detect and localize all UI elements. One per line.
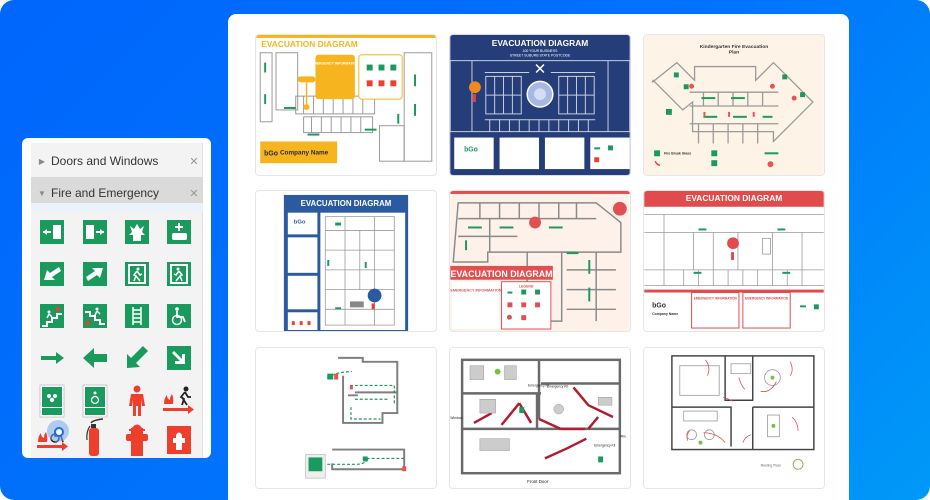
svg-text:Kindergarten Fire Evacuation: Kindergarten Fire Evacuation [700, 44, 768, 50]
template-card[interactable]: Meeting Place [643, 347, 825, 489]
template-card[interactable]: Emergency Kit Emergency Kit Emergency Ki… [449, 347, 631, 489]
svg-text:bGo: bGo [294, 220, 306, 226]
svg-text:Win: Win [620, 435, 626, 439]
svg-text:bGo: bGo [264, 150, 278, 157]
arrow-down-right-sign-icon[interactable] [165, 344, 193, 372]
svg-text:EVACUATION DIAGRAM: EVACUATION DIAGRAM [301, 199, 392, 208]
emergency-exit-right-icon[interactable] [81, 218, 109, 246]
template-card[interactable]: EVACUATION DIAGRAM 100 YOUR BUSINESS STR… [449, 34, 631, 176]
svg-text:EVACUATION DIAGRAM: EVACUATION DIAGRAM [451, 269, 553, 279]
svg-text:Fire Break Glass: Fire Break Glass [664, 151, 691, 155]
svg-text:EVACUATION DIAGRAM: EVACUATION DIAGRAM [686, 193, 782, 203]
template-thumbnail: EVACUATION DIAGRAM bGo [283, 194, 409, 331]
library-category-doors-windows[interactable]: ▶ Doors and Windows ✕ [31, 145, 203, 177]
fire-hydrant-icon[interactable] [123, 420, 151, 456]
template-thumbnail [256, 348, 436, 488]
svg-text:Company Name: Company Name [652, 312, 678, 316]
mouse-cursor-indicator [47, 420, 69, 442]
svg-text:Meeting Place: Meeting Place [761, 463, 782, 467]
template-card[interactable]: EVACUATION DIAGRAM EMERGENCY INFORMATION… [255, 34, 437, 176]
symbol-library-panel: ▶ Doors and Windows ✕ ▼ Fire and Emergen… [22, 138, 211, 458]
template-thumbnail: Meeting Place [644, 348, 824, 488]
svg-text:bGo: bGo [464, 146, 478, 153]
disabled-assembly-point-icon[interactable] [81, 384, 109, 418]
template-card[interactable]: EVACUATION DIAGRAM bGo Company Name EMER… [643, 190, 825, 332]
break-glass-icon[interactable] [123, 218, 151, 246]
svg-text:Plan: Plan [729, 50, 739, 56]
collapse-triangle-icon: ▼ [38, 188, 46, 198]
running-man-exit-left-icon[interactable] [123, 260, 151, 288]
close-icon[interactable]: ✕ [185, 187, 203, 200]
template-thumbnail: EVACUATION DIAGRAM EMERGENCY INFORMATION… [450, 191, 630, 331]
svg-text:STREET SUBURB STATE POSTCODE: STREET SUBURB STATE POSTCODE [510, 54, 571, 58]
template-thumbnail: Kindergarten Fire Evacuation Plan Fire B… [644, 35, 824, 175]
template-thumbnail: Emergency Kit Emergency Kit Emergency Ki… [450, 348, 630, 488]
arrow-right-icon[interactable] [38, 344, 66, 372]
ladder-icon[interactable] [123, 302, 151, 330]
template-card[interactable]: EVACUATION DIAGRAM EMERGENCY INFORMATION… [449, 190, 631, 332]
svg-text:EMERGENCY INFORMATION: EMERGENCY INFORMATION [312, 62, 360, 66]
svg-text:EMERGENCY INFORMATION: EMERGENCY INFORMATION [450, 289, 501, 293]
arrow-down-left-sign-icon[interactable] [38, 260, 66, 288]
stairs-down-fire-icon[interactable] [81, 302, 109, 330]
template-title: EVACUATION DIAGRAM [261, 39, 357, 49]
close-icon[interactable]: ✕ [185, 155, 203, 168]
template-thumbnail: EVACUATION DIAGRAM 100 YOUR BUSINESS STR… [450, 35, 630, 175]
svg-text:EVACUATION DIAGRAM: EVACUATION DIAGRAM [492, 38, 588, 48]
svg-text:Window: Window [450, 416, 463, 420]
category-label: Doors and Windows [51, 154, 159, 168]
fire-hydrant-sign-icon[interactable] [165, 424, 193, 454]
svg-text:EMERGENCY INFORMATION: EMERGENCY INFORMATION [694, 296, 738, 300]
first-aid-icon[interactable] [165, 218, 193, 246]
expand-triangle-icon: ▶ [38, 156, 46, 166]
svg-text:Front Door: Front Door [527, 479, 549, 484]
svg-text:Emergency Kit: Emergency Kit [594, 444, 615, 448]
assembly-point-icon[interactable] [38, 384, 66, 418]
fire-warden-icon[interactable] [123, 384, 151, 418]
svg-text:LEGEND: LEGEND [519, 285, 534, 289]
svg-text:EMERGENCY INFORMATION: EMERGENCY INFORMATION [745, 296, 789, 300]
svg-text:bGo: bGo [652, 302, 666, 309]
template-card[interactable]: EVACUATION DIAGRAM bGo [255, 190, 437, 332]
template-card[interactable]: Kindergarten Fire Evacuation Plan Fire B… [643, 34, 825, 176]
category-label: Fire and Emergency [51, 186, 160, 200]
svg-text:Emergency Kit: Emergency Kit [547, 384, 568, 388]
fire-extinguisher-icon[interactable] [81, 418, 109, 456]
template-thumbnail: EVACUATION DIAGRAM bGo Company Name EMER… [644, 191, 824, 331]
arrow-left-icon[interactable] [81, 344, 109, 372]
running-man-exit-right-icon[interactable] [165, 260, 193, 288]
wheelchair-icon[interactable] [165, 302, 193, 330]
template-gallery: EVACUATION DIAGRAM EMERGENCY INFORMATION… [228, 14, 849, 500]
arrow-up-right-sign-icon[interactable] [81, 260, 109, 288]
stairs-up-fire-icon[interactable] [38, 302, 66, 330]
arrow-down-left-icon[interactable] [123, 344, 151, 372]
fire-escape-route-icon[interactable] [161, 384, 195, 418]
emergency-exit-left-icon[interactable] [38, 218, 66, 246]
template-thumbnail: EVACUATION DIAGRAM EMERGENCY INFORMATION… [256, 35, 436, 164]
svg-text:100 YOUR BUSINESS: 100 YOUR BUSINESS [523, 49, 559, 53]
template-card[interactable] [255, 347, 437, 489]
svg-text:Company Name: Company Name [280, 149, 329, 156]
